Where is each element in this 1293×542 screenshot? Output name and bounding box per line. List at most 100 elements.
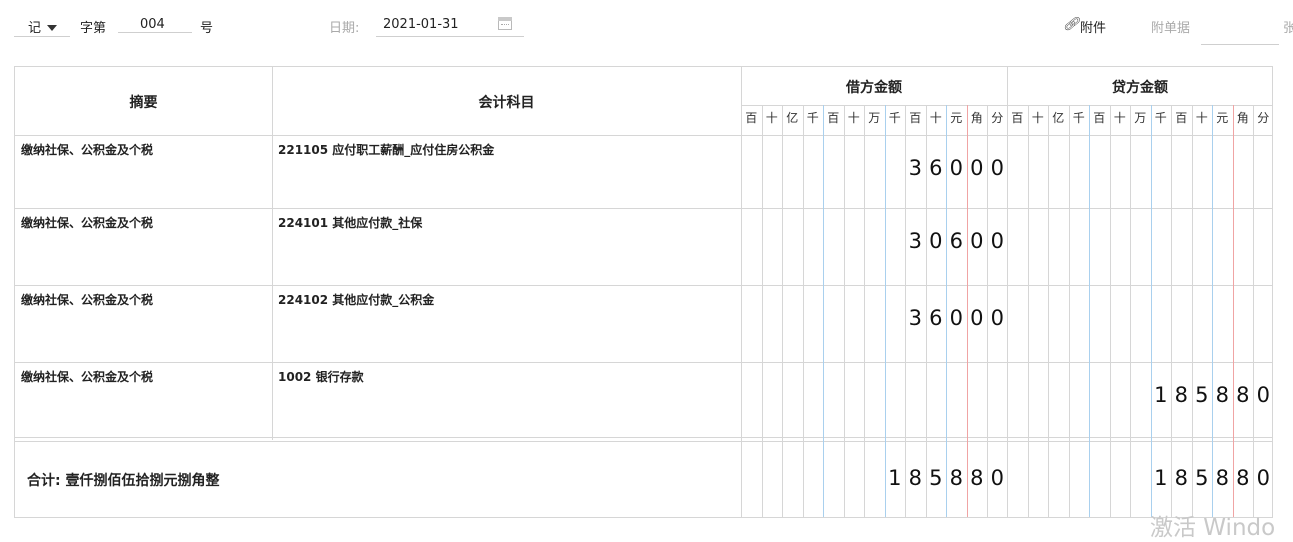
credit-digit-line xyxy=(1150,105,1152,517)
credit-amount-digit: 8 xyxy=(1174,383,1188,407)
debit-total-digit: 8 xyxy=(970,466,984,490)
credit-digit-line xyxy=(1232,105,1234,517)
debit-total-digit: 0 xyxy=(990,466,1004,490)
credit-amount-digit: 8 xyxy=(1215,383,1229,407)
credit-amount-digit: 8 xyxy=(1236,383,1250,407)
credit-digit-line xyxy=(1253,105,1254,517)
credit-unit-label: 元 xyxy=(1216,111,1229,125)
debit-total-digit: 8 xyxy=(949,466,963,490)
voucher-word-select[interactable]: 记 xyxy=(14,17,70,37)
debit-digit-line xyxy=(782,105,783,517)
debit-total-digit: 5 xyxy=(929,466,943,490)
credit-total-digit: 8 xyxy=(1215,466,1229,490)
total-label: 合计: xyxy=(27,473,66,489)
debit-unit-label: 百 xyxy=(745,111,758,125)
attachment-button[interactable]: 附件 xyxy=(1080,17,1106,36)
credit-digit-line xyxy=(1130,105,1131,517)
zi-label: 字第 xyxy=(80,21,107,36)
debit-amount-digit: 0 xyxy=(970,156,984,180)
credit-total-digit: 8 xyxy=(1236,466,1250,490)
debit-unit-label: 亿 xyxy=(786,111,799,125)
debit-amount-digit: 0 xyxy=(949,306,963,330)
summary-column-divider xyxy=(272,67,273,440)
date-input[interactable]: 2021-01-31 xyxy=(376,17,524,37)
zhang-label: 张 xyxy=(1283,21,1293,36)
date-value: 2021-01-31 xyxy=(383,17,459,32)
row-account-cell[interactable]: 224101 其他应付款_社保 xyxy=(278,214,422,231)
debit-amount-digit: 6 xyxy=(949,229,963,253)
credit-unit-label: 十 xyxy=(1195,111,1208,125)
debit-digit-line xyxy=(823,105,824,517)
debit-unit-label: 万 xyxy=(868,111,881,125)
debit-unit-label: 元 xyxy=(950,111,963,125)
credit-digit-line xyxy=(1171,105,1172,517)
total-amount-words: 壹仟捌佰伍拾捌元捌角整 xyxy=(65,473,220,489)
row-summary-cell[interactable]: 缴纳社保、公积金及个税 xyxy=(21,368,153,385)
credit-total-digit: 1 xyxy=(1154,466,1168,490)
total-divider-2 xyxy=(15,441,1272,442)
account-header: 会计科目 xyxy=(478,95,535,111)
credit-digit-line xyxy=(1089,105,1090,517)
debit-amount-digit: 0 xyxy=(990,156,1004,180)
row-divider xyxy=(15,208,1272,209)
row-summary-cell[interactable]: 缴纳社保、公积金及个税 xyxy=(21,214,153,231)
debit-amount-digit: 3 xyxy=(908,229,922,253)
row-divider xyxy=(15,362,1272,363)
debit-unit-label: 角 xyxy=(970,111,983,125)
header-bottom-line xyxy=(15,135,1272,136)
credit-unit-label: 角 xyxy=(1236,111,1249,125)
debit-amount-digit: 0 xyxy=(970,229,984,253)
debit-digit-line xyxy=(843,105,845,517)
debit-total-digit: 1 xyxy=(888,466,902,490)
debit-unit-label: 千 xyxy=(888,111,901,125)
chevron-down-icon xyxy=(47,24,58,31)
debit-amount-digit: 0 xyxy=(990,306,1004,330)
debit-amount-digit: 6 xyxy=(929,306,943,330)
paperclip-icon[interactable]: 🔗︎ xyxy=(1063,17,1080,32)
debit-digit-line xyxy=(761,105,763,517)
debit-digit-line xyxy=(802,105,804,517)
debit-amount-digit: 0 xyxy=(949,156,963,180)
credit-total-digit: 8 xyxy=(1174,466,1188,490)
voucher-header-bar: 记 字第 004 号 日期: 2021-01-31 🔗︎ 附件 附单据 张 xyxy=(0,0,1293,52)
debit-digit-line xyxy=(884,105,886,517)
credit-unit-label: 百 xyxy=(1011,111,1024,125)
row-account-cell[interactable]: 224102 其他应付款_公积金 xyxy=(278,291,434,308)
credit-unit-label: 千 xyxy=(1154,111,1167,125)
debit-unit-label: 分 xyxy=(991,111,1004,125)
credit-unit-label: 分 xyxy=(1257,111,1270,125)
hao-label: 号 xyxy=(200,21,214,36)
credit-amount-digit: 0 xyxy=(1256,383,1270,407)
row-account-cell[interactable]: 221105 应付职工薪酬_应付住房公积金 xyxy=(278,141,494,158)
row-summary-cell[interactable]: 缴纳社保、公积金及个税 xyxy=(21,141,153,158)
credit-digit-line xyxy=(1027,105,1029,517)
credit-digit-line xyxy=(1212,105,1213,517)
credit-unit-label: 千 xyxy=(1072,111,1085,125)
calendar-icon[interactable] xyxy=(498,17,512,30)
debit-header: 借方金额 xyxy=(846,80,902,96)
debit-unit-label: 十 xyxy=(765,111,778,125)
summary-header: 摘要 xyxy=(129,95,158,111)
debit-amount-digit: 6 xyxy=(929,156,943,180)
debit-total-digit: 8 xyxy=(908,466,922,490)
debit-unit-label: 十 xyxy=(929,111,942,125)
debit-amount-digit: 3 xyxy=(908,306,922,330)
debit-unit-label: 十 xyxy=(847,111,860,125)
credit-unit-label: 十 xyxy=(1031,111,1044,125)
credit-unit-label: 百 xyxy=(1175,111,1188,125)
debit-digit-line xyxy=(864,105,865,517)
credit-digit-line xyxy=(1068,105,1070,517)
credit-unit-label: 万 xyxy=(1134,111,1147,125)
row-account-cell[interactable]: 1002 银行存款 xyxy=(278,368,364,385)
row-summary-cell[interactable]: 缴纳社保、公积金及个税 xyxy=(21,291,153,308)
credit-amount-digit: 5 xyxy=(1195,383,1209,407)
doc-count-label: 附单据 xyxy=(1151,21,1191,36)
credit-header: 贷方金额 xyxy=(1112,80,1168,96)
date-label: 日期: xyxy=(329,21,360,36)
debit-amount-digit: 0 xyxy=(970,306,984,330)
voucher-number-input[interactable]: 004 xyxy=(118,17,192,33)
debit-unit-label: 千 xyxy=(806,111,819,125)
debit-unit-label: 百 xyxy=(909,111,922,125)
debit-amount-digit: 0 xyxy=(929,229,943,253)
doc-count-input[interactable] xyxy=(1201,17,1279,45)
